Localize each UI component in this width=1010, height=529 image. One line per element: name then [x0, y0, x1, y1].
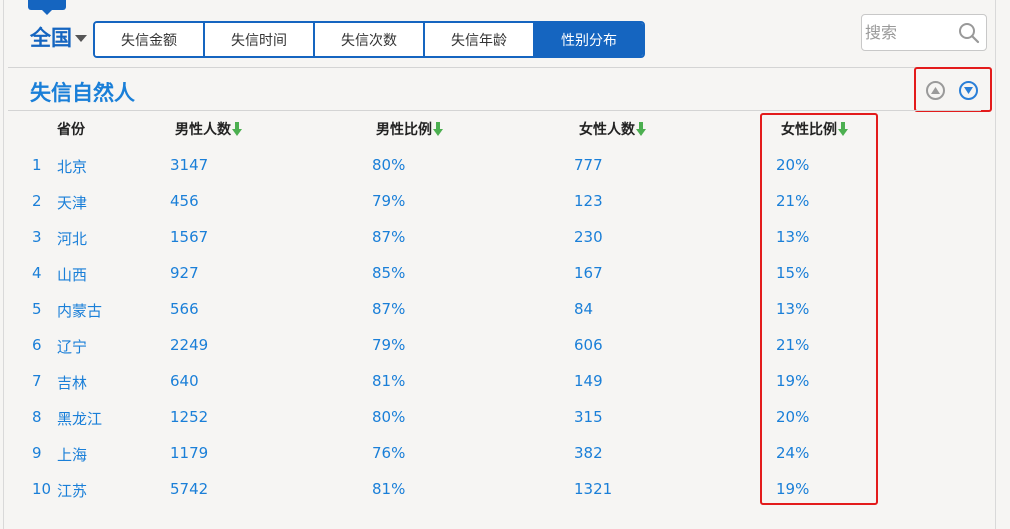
tab-time[interactable]: 失信时间 — [205, 23, 315, 56]
row-female-ratio: 13% — [776, 228, 810, 246]
row-male-ratio: 79% — [372, 336, 406, 354]
row-male-count: 1252 — [170, 408, 209, 426]
row-male-ratio: 76% — [372, 444, 406, 462]
row-province: 内蒙古 — [57, 302, 103, 320]
row-female-ratio: 20% — [776, 156, 810, 174]
row-female-ratio: 21% — [776, 192, 810, 210]
row-male-count: 5742 — [170, 480, 209, 498]
row-male-count: 1179 — [170, 444, 209, 462]
scroll-up-button[interactable] — [926, 81, 945, 100]
chevron-up-circle-icon — [931, 87, 940, 94]
row-female-ratio: 19% — [776, 480, 810, 498]
row-female-ratio: 21% — [776, 336, 810, 354]
col-header-male-ratio[interactable]: 男性比例 — [376, 119, 443, 139]
row-female-ratio: 19% — [776, 372, 810, 390]
row-male-count: 2249 — [170, 336, 209, 354]
row-rank: 5 — [32, 300, 42, 318]
scroll-down-button[interactable] — [959, 81, 978, 100]
region-selector[interactable]: 全国 — [30, 22, 87, 52]
section-title: 失信自然人 — [30, 81, 135, 105]
row-male-ratio: 87% — [372, 228, 406, 246]
row-female-count: 149 — [574, 372, 603, 390]
row-province: 黑龙江 — [57, 410, 103, 428]
sort-down-arrow-icon — [636, 122, 646, 136]
scroll-buttons-highlight — [914, 67, 992, 112]
row-male-ratio: 80% — [372, 156, 406, 174]
col-header-province: 省份 — [57, 122, 85, 138]
search-icon[interactable] — [958, 22, 980, 44]
row-female-ratio: 13% — [776, 300, 810, 318]
sort-down-arrow-icon — [232, 122, 242, 136]
row-female-count: 167 — [574, 264, 603, 282]
row-male-ratio: 87% — [372, 300, 406, 318]
row-rank: 8 — [32, 408, 42, 426]
row-province: 辽宁 — [57, 338, 88, 356]
row-female-ratio: 20% — [776, 408, 810, 426]
row-female-count: 606 — [574, 336, 603, 354]
row-male-ratio: 80% — [372, 408, 406, 426]
row-male-count: 1567 — [170, 228, 209, 246]
row-female-count: 230 — [574, 228, 603, 246]
sort-down-arrow-icon — [433, 122, 443, 136]
row-province: 河北 — [57, 230, 88, 248]
row-rank: 10 — [32, 480, 52, 498]
row-province: 吉林 — [57, 374, 88, 392]
row-rank: 1 — [32, 156, 42, 174]
row-male-count: 927 — [170, 264, 199, 282]
header-divider — [8, 67, 981, 68]
tab-count[interactable]: 失信次数 — [315, 23, 425, 56]
search-input[interactable] — [865, 20, 955, 44]
category-tabs: 失信金额 失信时间 失信次数 失信年龄 性别分布 — [93, 21, 645, 58]
col-header-male-count[interactable]: 男性人数 — [175, 119, 242, 139]
row-female-count: 1321 — [574, 480, 613, 498]
tab-age[interactable]: 失信年龄 — [425, 23, 535, 56]
col-header-female-count[interactable]: 女性人数 — [579, 119, 646, 139]
row-female-ratio: 24% — [776, 444, 810, 462]
row-female-count: 84 — [574, 300, 594, 318]
row-female-count: 315 — [574, 408, 603, 426]
row-province: 上海 — [57, 446, 88, 464]
row-province: 北京 — [57, 158, 88, 176]
chevron-down-circle-icon — [964, 87, 973, 94]
tab-gender[interactable]: 性别分布 — [535, 23, 643, 56]
row-male-ratio: 85% — [372, 264, 406, 282]
top-flag-marker — [28, 0, 66, 15]
row-female-ratio: 15% — [776, 264, 810, 282]
row-male-count: 640 — [170, 372, 199, 390]
row-male-count: 3147 — [170, 156, 209, 174]
search-box — [861, 14, 987, 51]
row-rank: 2 — [32, 192, 42, 210]
col-header-female-ratio[interactable]: 女性比例 — [781, 119, 848, 139]
caret-down-icon — [75, 34, 87, 42]
row-province: 山西 — [57, 266, 88, 284]
tab-amount[interactable]: 失信金额 — [95, 23, 205, 56]
row-rank: 6 — [32, 336, 42, 354]
row-male-ratio: 81% — [372, 480, 406, 498]
row-province: 天津 — [57, 194, 88, 212]
row-rank: 3 — [32, 228, 42, 246]
row-female-count: 123 — [574, 192, 603, 210]
section-divider — [8, 110, 981, 111]
row-female-count: 777 — [574, 156, 603, 174]
main-panel: 全国 失信金额 失信时间 失信次数 失信年龄 性别分布 失信自然人 — [3, 0, 996, 529]
row-male-ratio: 79% — [372, 192, 406, 210]
sort-down-arrow-icon — [838, 122, 848, 136]
row-male-count: 456 — [170, 192, 199, 210]
row-male-count: 566 — [170, 300, 199, 318]
row-male-ratio: 81% — [372, 372, 406, 390]
row-rank: 4 — [32, 264, 42, 282]
region-label: 全国 — [30, 26, 72, 50]
row-rank: 9 — [32, 444, 42, 462]
row-rank: 7 — [32, 372, 42, 390]
row-province: 江苏 — [57, 482, 88, 500]
row-female-count: 382 — [574, 444, 603, 462]
